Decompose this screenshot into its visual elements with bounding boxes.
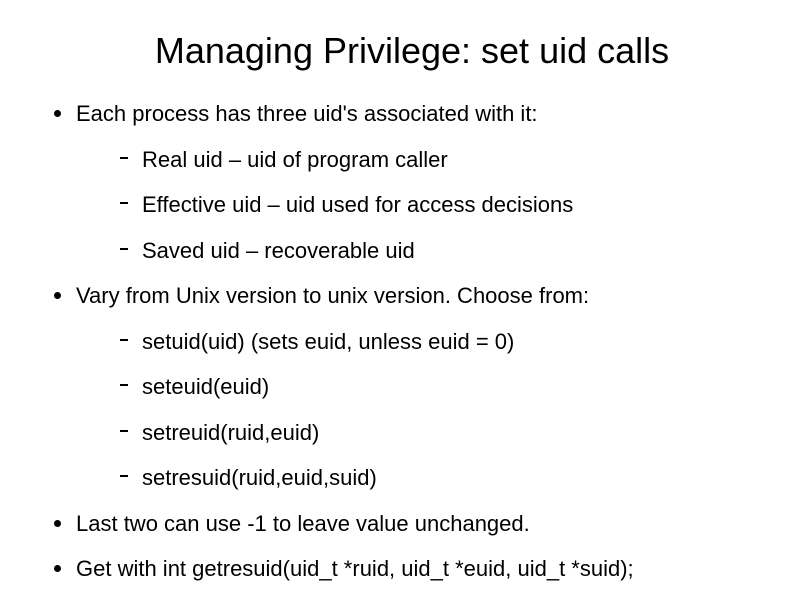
sub-list-item: setreuid(ruid,euid) xyxy=(116,419,754,447)
list-item-text: Vary from Unix version to unix version. … xyxy=(76,283,589,308)
sub-list-item: Effective uid – uid used for access deci… xyxy=(116,191,754,219)
list-item-text: Each process has three uid's associated … xyxy=(76,101,538,126)
sub-list-item: setuid(uid) (sets euid, unless euid = 0) xyxy=(116,328,754,356)
sub-list-item: seteuid(euid) xyxy=(116,373,754,401)
list-item: Vary from Unix version to unix version. … xyxy=(50,282,754,492)
sub-list-item: Saved uid – recoverable uid xyxy=(116,237,754,265)
slide: Managing Privilege: set uid calls Each p… xyxy=(0,0,794,595)
list-item: Get with int getresuid(uid_t *ruid, uid_… xyxy=(50,555,754,583)
list-item: Last two can use -1 to leave value uncha… xyxy=(50,510,754,538)
sub-list: Real uid – uid of program caller Effecti… xyxy=(76,146,754,265)
list-item-text: Last two can use -1 to leave value uncha… xyxy=(76,511,530,536)
slide-title: Managing Privilege: set uid calls xyxy=(40,30,754,72)
bullet-list: Each process has three uid's associated … xyxy=(40,100,754,583)
sub-list: setuid(uid) (sets euid, unless euid = 0)… xyxy=(76,328,754,492)
sub-list-item: setresuid(ruid,euid,suid) xyxy=(116,464,754,492)
list-item: Each process has three uid's associated … xyxy=(50,100,754,264)
list-item-text: Get with int getresuid(uid_t *ruid, uid_… xyxy=(76,556,634,581)
sub-list-item: Real uid – uid of program caller xyxy=(116,146,754,174)
